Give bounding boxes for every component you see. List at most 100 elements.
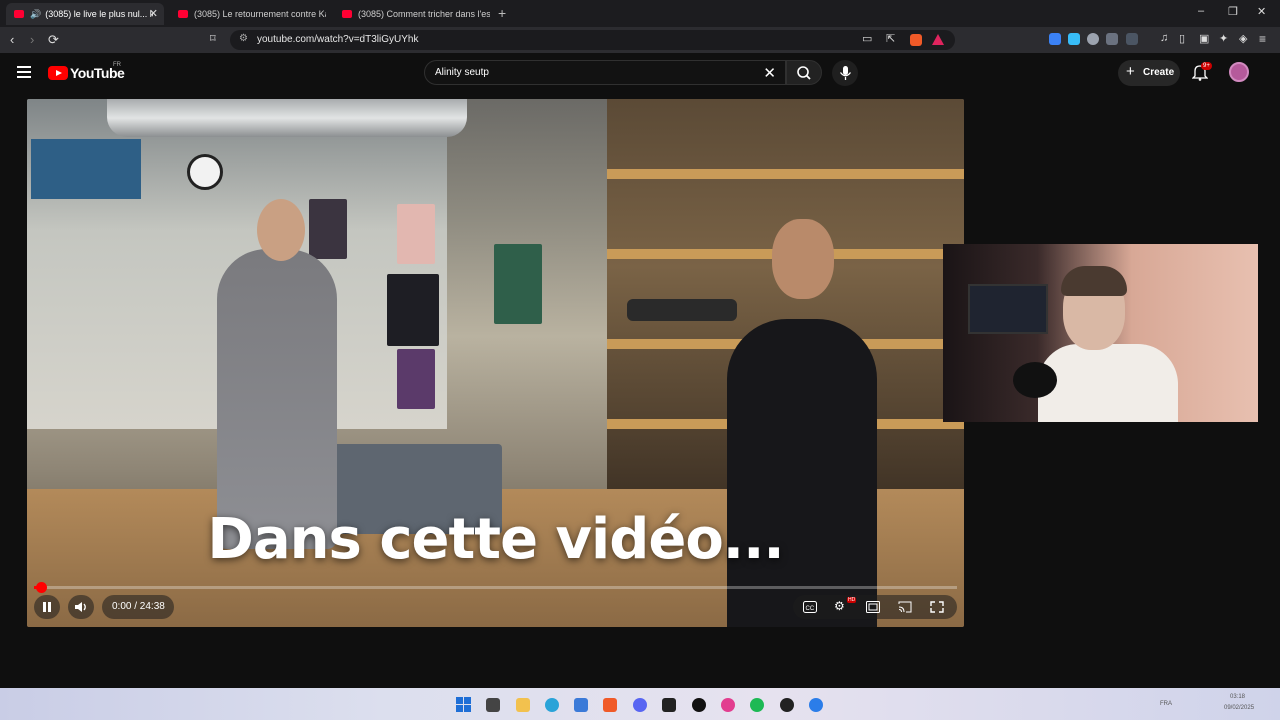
menu-icon[interactable]: ≡ — [1259, 32, 1266, 46]
tab-2[interactable]: (3085) Le retournement contre Kai C — [170, 3, 328, 25]
pause-icon — [43, 602, 51, 612]
video-player[interactable]: Dans cette vidéo... 0:00 / 24:38 CC ⚙ HD — [27, 99, 964, 627]
back-icon[interactable]: ‹ — [10, 32, 14, 47]
search-input[interactable]: Alinity seutp ✕ — [424, 60, 786, 85]
video-frame-clock — [187, 154, 223, 190]
tab-3[interactable]: (3085) Comment tricher dans l'espor — [334, 3, 492, 25]
video-frame-shelf-board — [607, 169, 964, 179]
svg-text:CC: CC — [806, 606, 815, 612]
voice-search-button[interactable] — [832, 60, 858, 86]
video-frame-person-head — [257, 199, 305, 261]
new-tab-button[interactable]: + — [498, 5, 506, 21]
subtitles-cc-icon[interactable]: CC — [803, 601, 817, 613]
settings-gear-icon[interactable]: ⚙ — [834, 599, 845, 613]
close-window-button[interactable]: ✕ — [1257, 5, 1266, 18]
restore-button[interactable]: ❐ — [1228, 5, 1238, 18]
site-info-icon[interactable]: ⚙ — [239, 33, 248, 44]
screen-icon[interactable]: ▭ — [862, 32, 872, 45]
tab-title: (3085) le live le plus nul... les — [45, 9, 154, 19]
edge-icon[interactable] — [545, 698, 559, 712]
video-frame-poster — [387, 274, 439, 346]
wallet-icon[interactable]: ▣ — [1199, 32, 1209, 45]
create-button[interactable]: + Create — [1118, 60, 1180, 86]
brave-rewards-icon[interactable] — [932, 34, 944, 45]
app-icon[interactable] — [780, 698, 794, 712]
search-icon — [797, 66, 811, 80]
facecam-microphone — [1013, 362, 1057, 398]
task-view-icon[interactable] — [486, 698, 500, 712]
video-frame-person — [217, 249, 337, 549]
tab-active[interactable]: 🔊 (3085) le live le plus nul... les ✕ — [6, 3, 164, 25]
youtube-favicon-icon — [14, 10, 24, 18]
country-code: FR — [113, 62, 121, 68]
tab-title: (3085) Le retournement contre Kai C — [194, 9, 326, 19]
video-caption-overlay: Dans cette vidéo... — [207, 507, 784, 572]
share-icon[interactable]: ⇱ — [886, 32, 895, 45]
notification-badge: 9+ — [1201, 62, 1212, 70]
obs-app-icon[interactable] — [662, 698, 676, 712]
browser-toolbar: ‹ › ⟳ ⌑ ⚙ youtube.com/watch?v=dT3liGyUYh… — [0, 27, 1280, 81]
youtube-logo-icon[interactable] — [48, 66, 68, 80]
video-frame-person-head — [772, 219, 834, 299]
video-frame-poster — [397, 204, 435, 264]
miniplayer-icon[interactable] — [866, 601, 880, 613]
streamer-facecam — [943, 244, 1258, 422]
cast-icon[interactable] — [898, 601, 912, 613]
store-icon[interactable] — [574, 698, 588, 712]
address-bar[interactable]: ⚙ youtube.com/watch?v=dT3liGyUYhk ▭ ⇱ — [230, 30, 955, 50]
search-button[interactable] — [786, 60, 822, 85]
youtube-header: YouTube FR Alinity seutp ✕ + Create 9+ — [0, 54, 1280, 92]
puzzle-icon[interactable] — [1106, 33, 1118, 45]
avatar[interactable] — [1229, 62, 1249, 82]
facecam-person-hair — [1061, 266, 1127, 296]
clock-time[interactable]: 03:18 — [1230, 694, 1245, 700]
app-icon[interactable] — [692, 698, 706, 712]
windows-start-icon[interactable] — [456, 697, 471, 712]
app-icon[interactable] — [809, 698, 823, 712]
extension-icon[interactable] — [1126, 33, 1138, 45]
video-frame-sign — [31, 139, 141, 199]
vpn-icon[interactable]: ◈ — [1239, 32, 1247, 45]
discord-icon[interactable] — [633, 698, 647, 712]
extension-icon[interactable] — [1049, 33, 1061, 45]
search-query: Alinity seutp — [435, 67, 489, 78]
youtube-favicon-icon — [342, 10, 352, 18]
language-indicator[interactable]: FRA — [1160, 701, 1172, 707]
speaker-icon[interactable]: 🔊 — [30, 9, 41, 20]
clock-date[interactable]: 09/02/2025 — [1224, 705, 1254, 711]
tab-title: (3085) Comment tricher dans l'espor — [358, 9, 490, 19]
minimize-button[interactable]: – — [1198, 5, 1204, 17]
extension-icon[interactable] — [1087, 33, 1099, 45]
brave-shield-icon[interactable] — [910, 34, 922, 46]
clear-search-icon[interactable]: ✕ — [763, 64, 776, 82]
video-frame-poster — [397, 349, 435, 409]
forward-icon[interactable]: › — [30, 32, 34, 47]
translate-extension-icon[interactable] — [1068, 33, 1080, 45]
sidebar-icon[interactable]: ▯ — [1179, 32, 1185, 45]
video-frame-paintball-gun — [627, 299, 737, 321]
video-frame-person — [727, 319, 877, 627]
fullscreen-icon[interactable] — [930, 601, 944, 613]
reload-icon[interactable]: ⟳ — [48, 32, 59, 48]
browser-tab-strip: 🔊 (3085) le live le plus nul... les ✕ (3… — [0, 0, 1280, 27]
media-icon[interactable]: ♫ — [1160, 32, 1168, 44]
spotify-icon[interactable] — [750, 698, 764, 712]
hd-badge: HD — [847, 597, 857, 603]
close-tab-icon[interactable]: ✕ — [149, 7, 158, 20]
volume-icon — [75, 602, 86, 612]
facecam-person-body — [1038, 344, 1178, 422]
create-label: Create — [1143, 67, 1175, 78]
app-icon[interactable] — [721, 698, 735, 712]
brave-icon[interactable] — [603, 698, 617, 712]
video-frame-poster — [494, 244, 542, 324]
file-explorer-icon[interactable] — [516, 698, 530, 712]
hamburger-menu-icon[interactable] — [17, 66, 31, 78]
microphone-icon — [839, 66, 852, 80]
time-display: 0:00 / 24:38 — [112, 601, 165, 612]
bookmark-icon[interactable]: ⌑ — [210, 32, 216, 45]
leo-icon[interactable]: ✦ — [1219, 32, 1228, 45]
progress-bar[interactable] — [34, 582, 957, 593]
windows-taskbar: FRA 03:18 09/02/2025 — [0, 688, 1280, 720]
youtube-favicon-icon — [178, 10, 188, 18]
video-frame-pipe — [107, 99, 467, 137]
